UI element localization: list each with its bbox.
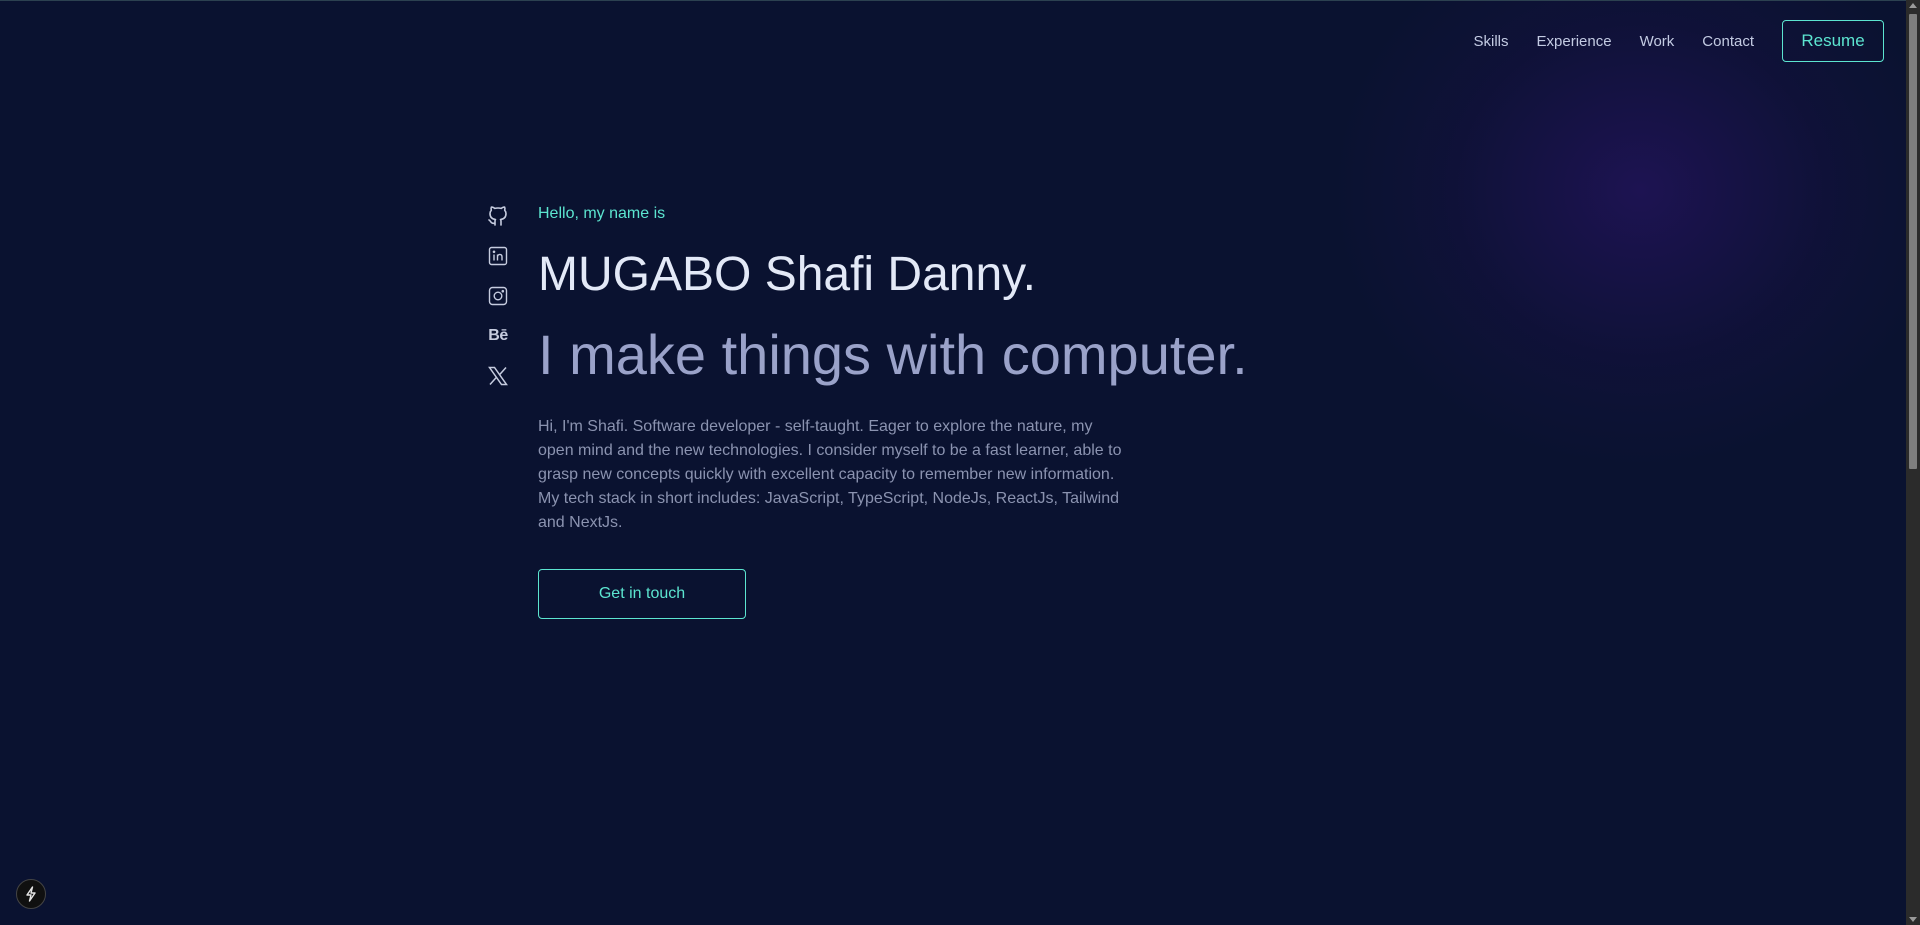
- scroll-down-arrow-icon[interactable]: [1909, 917, 1917, 922]
- background-glow: [1330, 0, 1920, 470]
- top-border: [0, 0, 1906, 1]
- hero-tagline: I make things with computer.: [538, 323, 1248, 386]
- top-nav: Skills Experience Work Contact Resume: [1474, 20, 1884, 62]
- hero-section: Hello, my name is MUGABO Shafi Danny. I …: [538, 205, 1338, 619]
- nav-link-experience[interactable]: Experience: [1537, 33, 1612, 50]
- hero-name: MUGABO Shafi Danny.: [538, 248, 1036, 301]
- lightning-icon: [26, 886, 36, 902]
- linkedin-icon[interactable]: [486, 244, 510, 268]
- x-icon[interactable]: [486, 364, 510, 388]
- greeting-text: Hello, my name is: [538, 205, 666, 222]
- hero-bio: Hi, I'm Shafi. Software developer - self…: [538, 418, 1122, 531]
- nav-link-contact[interactable]: Contact: [1702, 33, 1754, 50]
- get-in-touch-button[interactable]: Get in touch: [538, 569, 746, 619]
- behance-icon[interactable]: Bē: [486, 324, 510, 348]
- instagram-icon[interactable]: [486, 284, 510, 308]
- dev-tools-badge[interactable]: [16, 879, 46, 909]
- nav-link-work[interactable]: Work: [1640, 33, 1675, 50]
- scrollbar-thumb[interactable]: [1909, 14, 1917, 469]
- github-icon[interactable]: [486, 204, 510, 228]
- scrollbar[interactable]: [1906, 0, 1920, 925]
- resume-button[interactable]: Resume: [1782, 20, 1884, 62]
- nav-link-skills[interactable]: Skills: [1474, 33, 1509, 50]
- scroll-up-arrow-icon[interactable]: [1909, 3, 1917, 8]
- social-links: Bē: [486, 204, 510, 404]
